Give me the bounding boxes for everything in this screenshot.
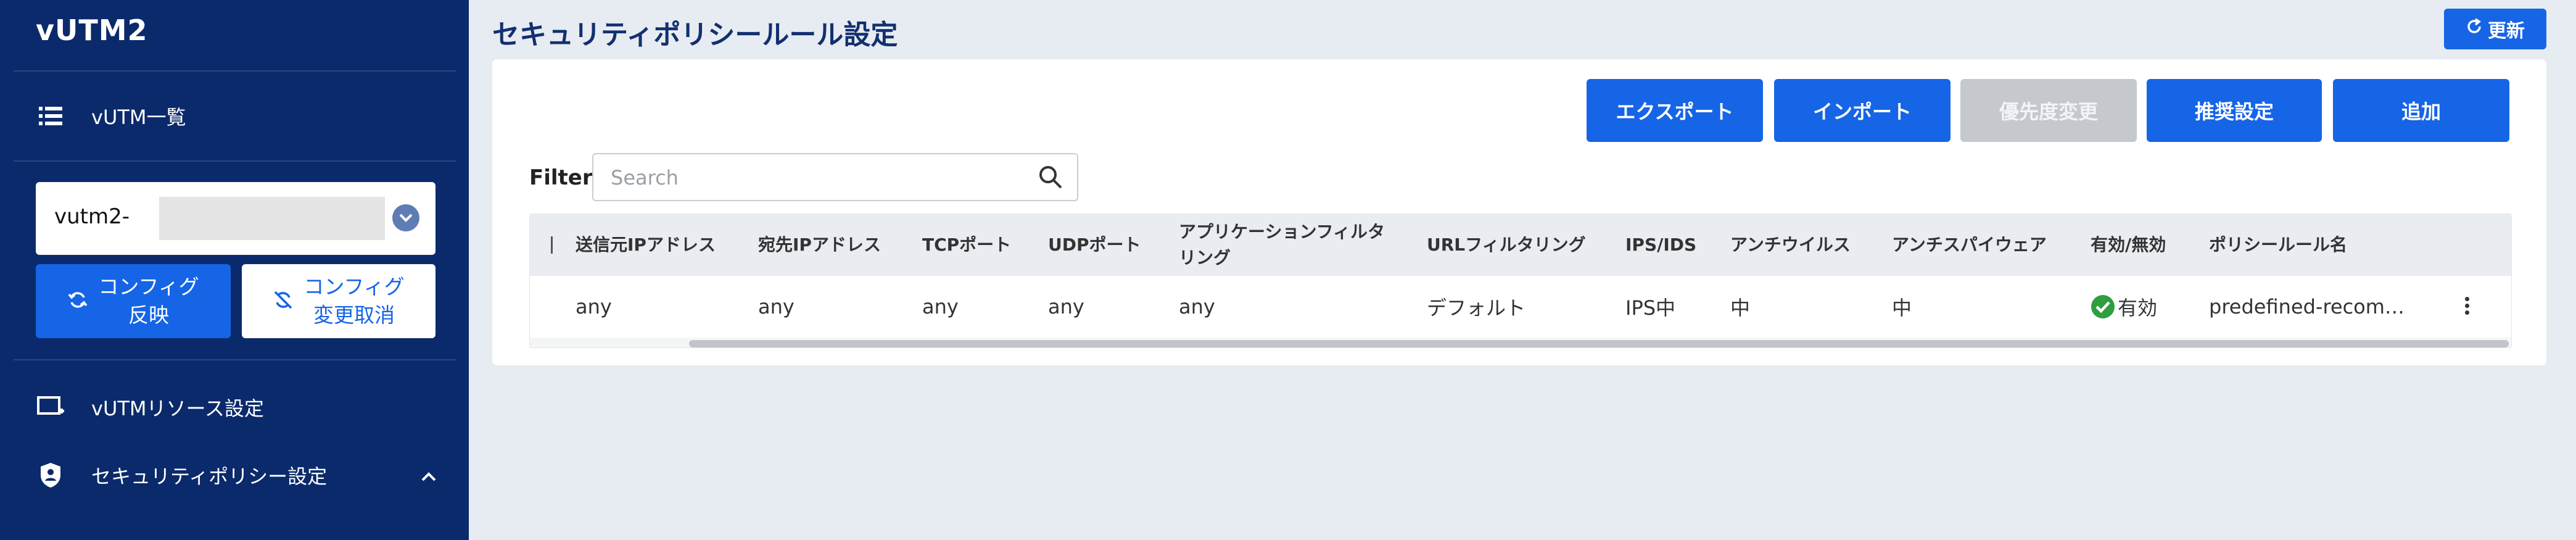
sync-icon (67, 289, 88, 313)
shield-icon (36, 460, 65, 490)
chevron-down-icon (392, 204, 419, 231)
cell-tcp-port: any (922, 295, 959, 318)
config-apply-button[interactable]: コンフィグ 反映 (36, 264, 231, 338)
status-label: 有効 (2118, 296, 2158, 320)
column-header-status[interactable]: 有効/無効 (2091, 214, 2166, 276)
import-button[interactable]: インポート (1774, 79, 1951, 142)
config-cancel-label: コンフィグ 変更取消 (303, 275, 405, 327)
filter-label: Filter (529, 165, 593, 190)
cell-rule-name: predefined-recom… (2209, 295, 2405, 318)
refresh-icon (2466, 18, 2483, 40)
column-header-tcp-port[interactable]: TCPポート (922, 214, 1011, 276)
sidebar-item-security-policy[interactable]: セキュリティポリシー設定 (36, 460, 437, 490)
column-header-udp-port[interactable]: UDPポート (1048, 214, 1141, 276)
divider (14, 70, 456, 72)
page-title: セキュリティポリシールール設定 (492, 19, 898, 51)
chevron-up-icon (421, 463, 437, 487)
priority-change-button[interactable]: 優先度変更 (1960, 79, 2137, 142)
column-header-antispyware[interactable]: アンチスパイウェア (1892, 214, 2047, 276)
search-input[interactable] (609, 163, 1019, 193)
column-resize-handle[interactable] (551, 236, 553, 254)
cell-antispyware: 中 (1892, 296, 1912, 320)
config-cancel-button[interactable]: コンフィグ 変更取消 (242, 264, 436, 338)
divider (14, 359, 456, 360)
add-screen-icon (36, 393, 65, 422)
sidebar-item-vutm-resource[interactable]: vUTMリソース設定 (36, 393, 264, 422)
redacted-mask (159, 197, 385, 240)
search-icon[interactable] (1038, 164, 1063, 190)
cell-ips-ids: IPS中 (1625, 296, 1676, 320)
cell-url-filter: デフォルト (1427, 296, 1526, 320)
search-box (592, 153, 1078, 201)
divider (14, 160, 456, 162)
column-header-antivirus[interactable]: アンチウイルス (1730, 214, 1851, 276)
vutm-selector-value: vutm2- (54, 204, 130, 229)
sidebar: vUTM2 vUTM一覧 vutm2- コンフィグ 反映 コンフィグ 変更取消 … (0, 0, 469, 540)
column-header-app-filter[interactable]: アプリケーションフィルタリング (1179, 214, 1395, 276)
sidebar-item-vutm-list[interactable]: vUTM一覧 (36, 101, 186, 131)
sync-disabled-icon (273, 289, 294, 313)
column-header-url-filter[interactable]: URLフィルタリング (1427, 214, 1586, 276)
sidebar-item-label: セキュリティポリシー設定 (91, 465, 328, 488)
policy-table: 送信元IPアドレス 宛先IPアドレス TCPポート UDPポート アプリケーショ… (529, 214, 2512, 348)
vutm-selector[interactable]: vutm2- (36, 182, 436, 255)
config-apply-label: コンフィグ 反映 (98, 275, 199, 327)
horizontal-scrollbar-thumb[interactable] (689, 340, 2509, 347)
column-header-dst-ip[interactable]: 宛先IPアドレス (758, 214, 881, 276)
sidebar-item-label: vUTMリソース設定 (91, 397, 264, 420)
cell-dst-ip: any (758, 295, 795, 318)
cell-src-ip: any (576, 295, 612, 318)
cell-status: 有効 (2091, 277, 2157, 336)
table-header: 送信元IPアドレス 宛先IPアドレス TCPポート UDPポート アプリケーショ… (530, 214, 2511, 276)
add-button[interactable]: 追加 (2333, 79, 2509, 142)
column-header-rule-name[interactable]: ポリシールール名 (2209, 214, 2347, 276)
brand-title: vUTM2 (36, 14, 148, 47)
more-vert-icon[interactable] (2459, 294, 2474, 319)
check-circle-icon (2091, 294, 2115, 319)
cell-antivirus: 中 (1730, 296, 1751, 320)
column-header-src-ip[interactable]: 送信元IPアドレス (576, 214, 716, 276)
list-icon (36, 101, 65, 131)
recommended-settings-button[interactable]: 推奨設定 (2147, 79, 2322, 142)
cell-app-filter: any (1179, 295, 1215, 318)
refresh-label: 更新 (2488, 20, 2525, 42)
refresh-button[interactable]: 更新 (2444, 9, 2546, 49)
column-header-ips-ids[interactable]: IPS/IDS (1625, 214, 1696, 276)
sidebar-item-label: vUTM一覧 (91, 106, 186, 129)
export-button[interactable]: エクスポート (1587, 79, 1763, 142)
cell-udp-port: any (1048, 295, 1084, 318)
